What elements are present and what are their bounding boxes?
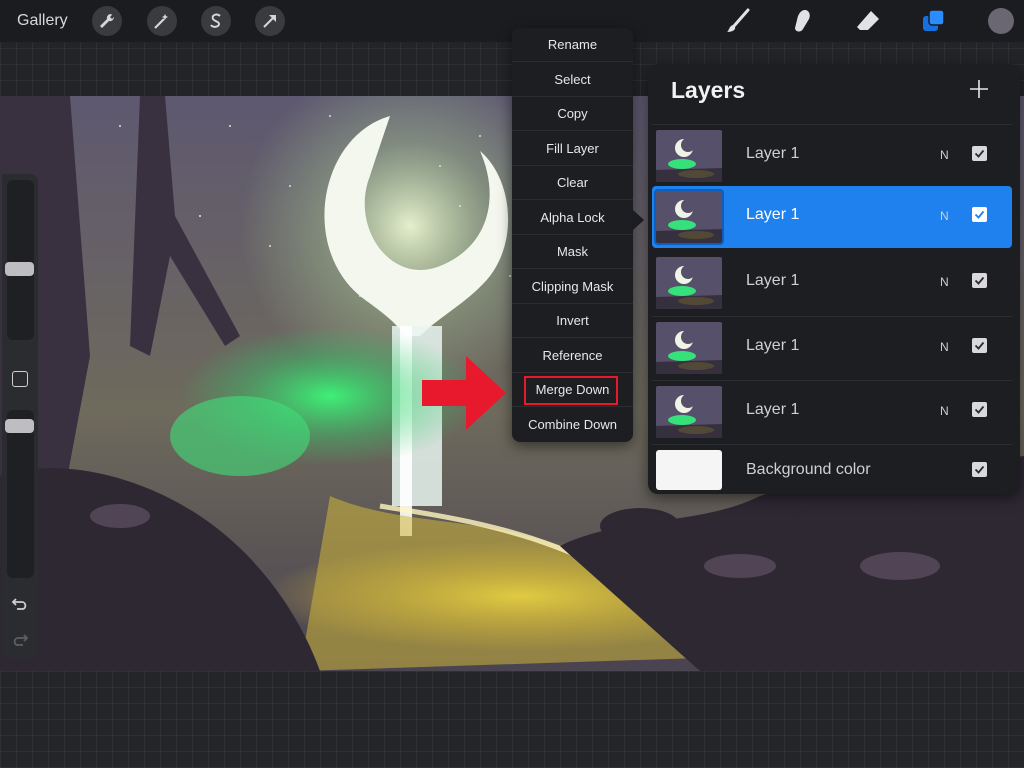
menu-pointer — [633, 210, 644, 230]
layer-name: Layer 1 — [746, 206, 799, 224]
layer-row[interactable]: Layer 1 N — [652, 316, 1012, 378]
layer-row[interactable]: Layer 1 N — [652, 380, 1012, 442]
redo-icon[interactable] — [11, 632, 29, 648]
gallery-button[interactable]: Gallery — [17, 12, 68, 30]
menu-item-combine-down[interactable]: Combine Down — [512, 408, 633, 442]
eraser-icon[interactable] — [854, 7, 882, 35]
selection-s-icon[interactable] — [201, 6, 231, 36]
visibility-checkbox[interactable] — [972, 462, 987, 477]
visibility-checkbox[interactable] — [972, 207, 987, 222]
visibility-checkbox[interactable] — [972, 146, 987, 161]
layer-row[interactable]: Layer 1 N — [652, 124, 1012, 186]
modify-button[interactable] — [12, 371, 28, 387]
opacity-knob[interactable] — [5, 419, 34, 433]
layer-thumbnail — [656, 257, 722, 309]
magic-wand-icon[interactable] — [147, 6, 177, 36]
layer-name: Layer 1 — [746, 337, 799, 355]
wrench-icon[interactable] — [92, 6, 122, 36]
blend-mode-button[interactable]: N — [940, 148, 949, 162]
menu-item-clear[interactable]: Clear — [512, 166, 633, 200]
brush-size-knob[interactable] — [5, 262, 34, 276]
layer-name: Layer 1 — [746, 272, 799, 290]
layer-row-selected[interactable]: Layer 1 N — [652, 186, 1012, 248]
bottom-backdrop — [0, 671, 1024, 768]
menu-item-select[interactable]: Select — [512, 63, 633, 97]
menu-item-mask[interactable]: Mask — [512, 235, 633, 269]
layers-icon[interactable] — [920, 7, 948, 35]
transform-arrow-icon[interactable] — [255, 6, 285, 36]
blend-mode-button[interactable]: N — [940, 340, 949, 354]
menu-item-copy[interactable]: Copy — [512, 97, 633, 131]
visibility-checkbox[interactable] — [972, 338, 987, 353]
layers-title: Layers — [671, 77, 745, 104]
background-layer-row[interactable]: Background color — [652, 444, 1012, 494]
layers-panel: Layers Layer 1 N Layer 1 N Layer 1 N Lay… — [648, 64, 1020, 494]
layer-thumbnail — [656, 191, 722, 243]
undo-icon[interactable] — [11, 596, 29, 612]
menu-item-reference[interactable]: Reference — [512, 339, 633, 373]
layer-name: Layer 1 — [746, 401, 799, 419]
smudge-icon[interactable] — [789, 7, 817, 35]
blend-mode-button[interactable]: N — [940, 209, 949, 223]
layer-row[interactable]: Layer 1 N — [652, 252, 1012, 314]
layer-thumbnail — [656, 322, 722, 374]
menu-item-fill-layer[interactable]: Fill Layer — [512, 132, 633, 166]
color-icon[interactable] — [988, 8, 1014, 34]
menu-item-clipping-mask[interactable]: Clipping Mask — [512, 270, 633, 304]
red-arrow-icon — [422, 356, 506, 430]
background-swatch[interactable] — [656, 450, 722, 490]
blend-mode-button[interactable]: N — [940, 404, 949, 418]
blend-mode-button[interactable]: N — [940, 275, 949, 289]
visibility-checkbox[interactable] — [972, 402, 987, 417]
background-layer-name: Background color — [746, 461, 871, 479]
add-layer-icon[interactable] — [968, 78, 990, 100]
brush-size-slider[interactable] — [7, 180, 34, 340]
layer-thumbnail — [656, 386, 722, 438]
left-sidebar — [2, 174, 38, 658]
menu-item-rename[interactable]: Rename — [512, 28, 633, 62]
opacity-slider[interactable] — [7, 410, 34, 578]
brush-icon[interactable] — [724, 7, 752, 35]
layer-name: Layer 1 — [746, 145, 799, 163]
merge-down-highlight — [524, 376, 618, 405]
menu-item-alpha-lock[interactable]: Alpha Lock — [512, 201, 633, 235]
menu-item-invert[interactable]: Invert — [512, 304, 633, 338]
layer-thumbnail — [656, 130, 722, 182]
visibility-checkbox[interactable] — [972, 273, 987, 288]
